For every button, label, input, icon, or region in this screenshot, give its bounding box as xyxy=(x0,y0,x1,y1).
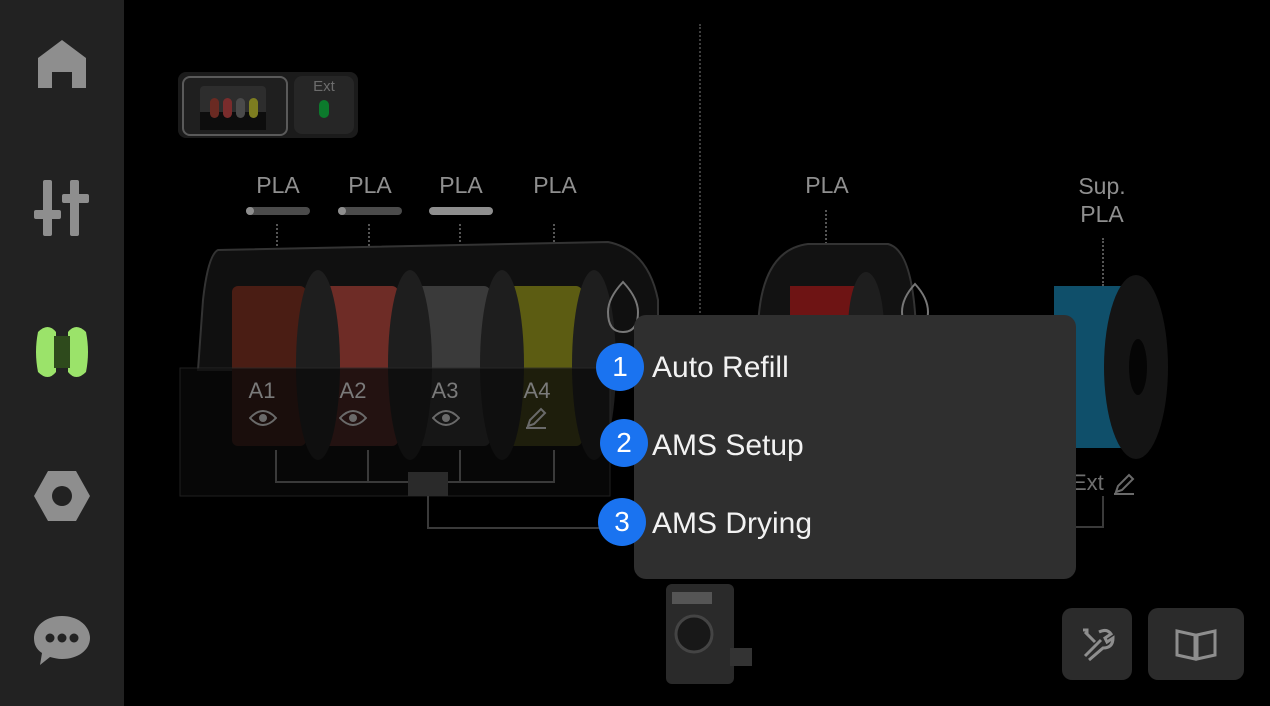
chat-bubble-icon xyxy=(34,616,90,665)
wrench-screwdriver-icon xyxy=(1083,628,1115,662)
material-label-a4: PLA xyxy=(533,172,577,198)
eye-icon[interactable] xyxy=(339,408,367,428)
slot-label-a1: A1 xyxy=(248,378,276,403)
number-badge-3: 3 xyxy=(598,498,646,546)
divider xyxy=(699,24,701,324)
pencil-icon[interactable] xyxy=(1112,472,1136,496)
tools-button[interactable] xyxy=(1062,608,1132,680)
number-badge-2: 2 xyxy=(600,419,648,467)
menu-item-label: AMS Setup xyxy=(652,429,804,462)
menu-item-ams-drying[interactable]: AMS Drying xyxy=(652,507,812,541)
home-icon xyxy=(38,40,86,88)
ams-unit-icon xyxy=(200,86,266,130)
pencil-icon[interactable] xyxy=(524,406,548,430)
menu-item-label: AMS Drying xyxy=(652,507,813,540)
menu-item-auto-refill[interactable]: Auto Refill xyxy=(652,351,789,385)
slot-label-a4: A4 xyxy=(523,378,551,403)
number-badge-1: 1 xyxy=(596,343,644,391)
context-menu: Auto Refill AMS Setup AMS Drying xyxy=(634,315,1076,579)
ext-path-line xyxy=(1076,496,1104,528)
nav-filament[interactable] xyxy=(18,308,106,396)
material-label-a3: PLA xyxy=(439,172,483,198)
eye-icon[interactable] xyxy=(249,408,277,428)
sliders-icon xyxy=(34,180,89,236)
material-label-ht: PLA xyxy=(805,172,849,198)
nav-home[interactable] xyxy=(18,20,106,108)
unit-ams-tab[interactable] xyxy=(182,76,288,136)
toolhead xyxy=(666,584,752,684)
material-label-ext: Sup. PLA xyxy=(1078,173,1126,227)
slot-label-a3: A3 xyxy=(431,378,459,403)
menu-item-label: Auto Refill xyxy=(652,351,789,384)
guide-button[interactable] xyxy=(1148,608,1244,680)
sidebar xyxy=(0,0,124,706)
unit-ext-tab[interactable]: Ext xyxy=(294,76,354,134)
remaining-bar-a3 xyxy=(429,207,493,215)
ext-spool-indicator xyxy=(319,100,329,118)
nav-controls[interactable] xyxy=(18,164,106,252)
filament-spool-icon xyxy=(36,327,88,377)
menu-item-ams-setup[interactable]: AMS Setup xyxy=(652,429,804,463)
nav-settings[interactable] xyxy=(18,452,106,540)
remaining-bar-a1 xyxy=(246,207,310,215)
eye-icon[interactable] xyxy=(432,408,460,428)
slot-label-a2: A2 xyxy=(339,378,367,403)
hex-nut-icon xyxy=(34,471,90,521)
material-label-a1: PLA xyxy=(256,172,300,198)
ext-label: Ext xyxy=(1072,470,1104,495)
unit-selector: Ext xyxy=(178,72,358,138)
nav-messages[interactable] xyxy=(18,596,106,684)
ext-tab-label: Ext xyxy=(313,78,335,95)
material-label-a2: PLA xyxy=(348,172,392,198)
book-icon xyxy=(1175,629,1217,661)
remaining-bar-a2 xyxy=(338,207,402,215)
